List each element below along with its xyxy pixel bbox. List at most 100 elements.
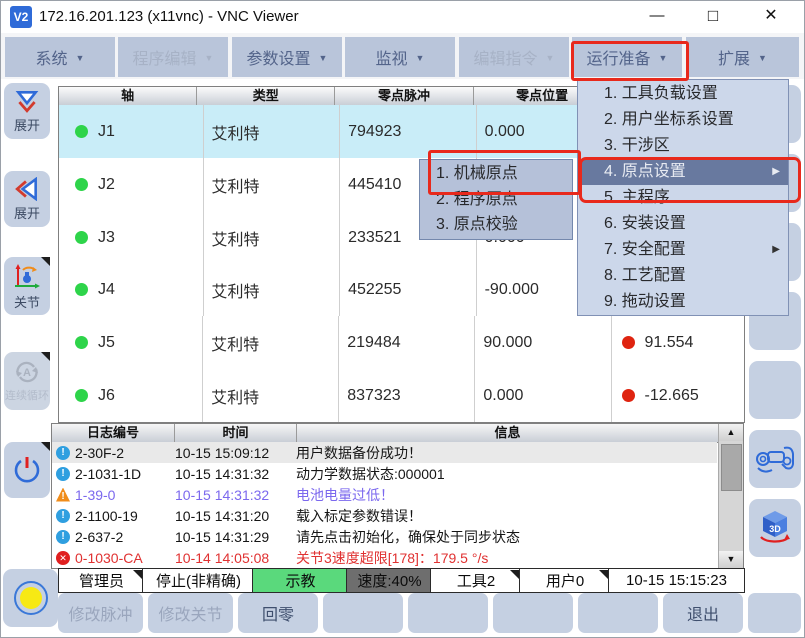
bottom-blank-button-4 bbox=[578, 593, 658, 633]
menu-item-interference[interactable]: 3. 干涉区 bbox=[578, 133, 788, 159]
chevron-down-icon: ▼ bbox=[205, 53, 214, 63]
menu-extension[interactable]: 扩展▼ bbox=[686, 37, 799, 77]
maximize-button[interactable]: □ bbox=[690, 1, 736, 33]
status-datetime: 10-15 15:15:23 bbox=[608, 568, 745, 593]
log-message: 请先点击初始化，确保处于同步状态 bbox=[296, 527, 520, 547]
annotation-box-origin-settings bbox=[579, 157, 801, 203]
col-zero-pulse: 零点脉冲 bbox=[335, 87, 473, 105]
zero-pulse: 837323 bbox=[347, 387, 400, 405]
menu-edit-instruction: 编辑指令▼ bbox=[459, 37, 569, 77]
scroll-down-button[interactable]: ▼ bbox=[719, 551, 743, 568]
svg-text:3D: 3D bbox=[769, 524, 781, 534]
menu-item-drag-settings[interactable]: 9. 拖动设置 bbox=[578, 289, 788, 315]
axis-type: 艾利特 bbox=[211, 331, 259, 355]
zero-position: 90.000 bbox=[483, 334, 532, 352]
bottom-blank-button-2 bbox=[408, 593, 488, 633]
log-message: 载入标定参数错误！ bbox=[296, 506, 422, 526]
log-time: 10-15 14:31:32 bbox=[175, 466, 296, 482]
status-user-frame[interactable]: 用户0 bbox=[519, 568, 611, 593]
continuous-loop-button: A 连续循环 bbox=[4, 352, 50, 410]
error-icon: ✕ bbox=[56, 551, 70, 565]
log-scrollbar[interactable]: ▲ ▼ bbox=[718, 424, 743, 568]
bottom-blank-button-3 bbox=[493, 593, 573, 633]
log-id: 1-39-0 bbox=[75, 487, 175, 503]
modify-joint-label: 修改关节 bbox=[158, 601, 222, 625]
scroll-thumb[interactable] bbox=[721, 444, 742, 491]
submenu-item-origin-check[interactable]: 3. 原点校验 bbox=[420, 212, 572, 238]
vnc-viewer-window: V2 172.16.201.123 (x11vnc) - VNC Viewer … bbox=[0, 0, 805, 638]
status-speed[interactable]: 速度:40% bbox=[346, 568, 433, 593]
exit-label: 退出 bbox=[687, 601, 719, 625]
user-frame-label: 用户0 bbox=[546, 570, 584, 591]
servo-status-indicator[interactable] bbox=[3, 569, 58, 627]
menu-system[interactable]: 系统▼ bbox=[5, 37, 115, 77]
minimize-button[interactable]: — bbox=[634, 1, 680, 33]
log-id: 2-637-2 bbox=[75, 529, 175, 545]
axis-ok-dot bbox=[75, 336, 88, 349]
log-row[interactable]: ! 2-30F-2 10-15 15:09:12 用户数据备份成功！ bbox=[52, 442, 717, 463]
axis-warn-dot bbox=[622, 389, 635, 402]
teach-pendant-button[interactable] bbox=[749, 430, 801, 488]
exit-button[interactable]: 退出 bbox=[663, 593, 743, 633]
table-row-j5[interactable]: J5 艾利特 219484 90.000 91.554 bbox=[59, 316, 744, 369]
vnc-logo-icon: V2 bbox=[10, 6, 32, 28]
zero-position: -90.000 bbox=[485, 281, 539, 299]
info-icon: ! bbox=[56, 446, 70, 460]
zero-pulse: 219484 bbox=[347, 334, 400, 352]
log-id: 2-30F-2 bbox=[75, 445, 175, 461]
info-icon: ! bbox=[56, 509, 70, 523]
axis-type: 艾利特 bbox=[212, 120, 260, 144]
joint-mode-button[interactable]: 关节 bbox=[4, 257, 50, 315]
status-mode-teach[interactable]: 示教 bbox=[252, 568, 349, 593]
col-log-id: 日志编号 bbox=[52, 424, 175, 442]
log-row[interactable]: ! 1-39-0 10-15 14:31:32 电池电量过低！ bbox=[52, 484, 717, 505]
log-row[interactable]: ✕ 0-1030-CA 10-14 14:05:08 关节3速度超限[178]：… bbox=[52, 547, 717, 568]
cube-3d-icon: 3D bbox=[754, 507, 796, 549]
axis-type: 艾利特 bbox=[212, 226, 260, 250]
axis-name: J3 bbox=[98, 229, 115, 247]
expand-down-button[interactable]: 展开 bbox=[4, 83, 50, 139]
chevron-down-icon: ▼ bbox=[546, 53, 555, 63]
log-time: 10-15 14:31:32 bbox=[175, 487, 296, 503]
log-time: 10-15 14:31:20 bbox=[175, 508, 296, 524]
menu-label: 监视 bbox=[376, 45, 408, 69]
scroll-up-button[interactable]: ▲ bbox=[719, 424, 743, 441]
menu-label: 系统 bbox=[36, 45, 68, 69]
double-chevron-down-icon bbox=[14, 89, 40, 113]
close-button[interactable]: ✕ bbox=[748, 1, 794, 33]
status-user-role[interactable]: 管理员 bbox=[58, 568, 145, 593]
menu-item-user-frame[interactable]: 2. 用户坐标系设置 bbox=[578, 107, 788, 133]
run-state-label: 停止(非精确) bbox=[156, 570, 241, 591]
view-3d-button[interactable]: 3D bbox=[749, 499, 801, 557]
menu-item-install-settings[interactable]: 6. 安装设置 bbox=[578, 211, 788, 237]
expand-left-button[interactable]: 展开 bbox=[4, 171, 50, 227]
axis-type: 艾利特 bbox=[212, 173, 260, 197]
menu-item-tool-load[interactable]: 1. 工具负载设置 bbox=[578, 81, 788, 107]
log-row[interactable]: ! 2-1031-1D 10-15 14:31:32 动力学数据状态:00000… bbox=[52, 463, 717, 484]
table-row-j6[interactable]: J6 艾利特 837323 0.000 -12.665 bbox=[59, 369, 744, 422]
menu-label: 扩展 bbox=[718, 45, 750, 69]
annotation-box-run-preparation bbox=[571, 41, 689, 81]
datetime-label: 10-15 15:15:23 bbox=[626, 572, 727, 589]
side-tool-button-5[interactable] bbox=[749, 361, 801, 419]
menu-monitor[interactable]: 监视▼ bbox=[345, 37, 455, 77]
power-button[interactable] bbox=[4, 442, 50, 498]
status-tool[interactable]: 工具2 bbox=[430, 568, 522, 593]
log-time: 10-14 14:05:08 bbox=[175, 550, 296, 566]
log-panel: 日志编号 时间 信息 ! 2-30F-2 10-15 15:09:12 用户数据… bbox=[51, 423, 744, 569]
axis-ok-dot bbox=[75, 231, 88, 244]
title-bar: V2 172.16.201.123 (x11vnc) - VNC Viewer … bbox=[1, 1, 804, 34]
col-log-message: 信息 bbox=[297, 424, 719, 442]
info-icon: ! bbox=[56, 530, 70, 544]
home-button[interactable]: 回零 bbox=[238, 593, 318, 633]
speed-label: 速度:40% bbox=[357, 570, 421, 591]
col-axis: 轴 bbox=[59, 87, 197, 105]
bottom-blank-button-5 bbox=[748, 593, 801, 633]
axis-warn-dot bbox=[622, 336, 635, 349]
log-row[interactable]: ! 2-637-2 10-15 14:31:29 请先点击初始化，确保处于同步状… bbox=[52, 526, 717, 547]
log-row[interactable]: ! 2-1100-19 10-15 14:31:20 载入标定参数错误！ bbox=[52, 505, 717, 526]
menu-parameter-settings[interactable]: 参数设置▼ bbox=[232, 37, 342, 77]
menu-item-process-config[interactable]: 8. 工艺配置 bbox=[578, 263, 788, 289]
log-time: 10-15 15:09:12 bbox=[175, 445, 296, 461]
menu-item-safety-config[interactable]: 7. 安全配置 ▶ bbox=[578, 237, 788, 263]
